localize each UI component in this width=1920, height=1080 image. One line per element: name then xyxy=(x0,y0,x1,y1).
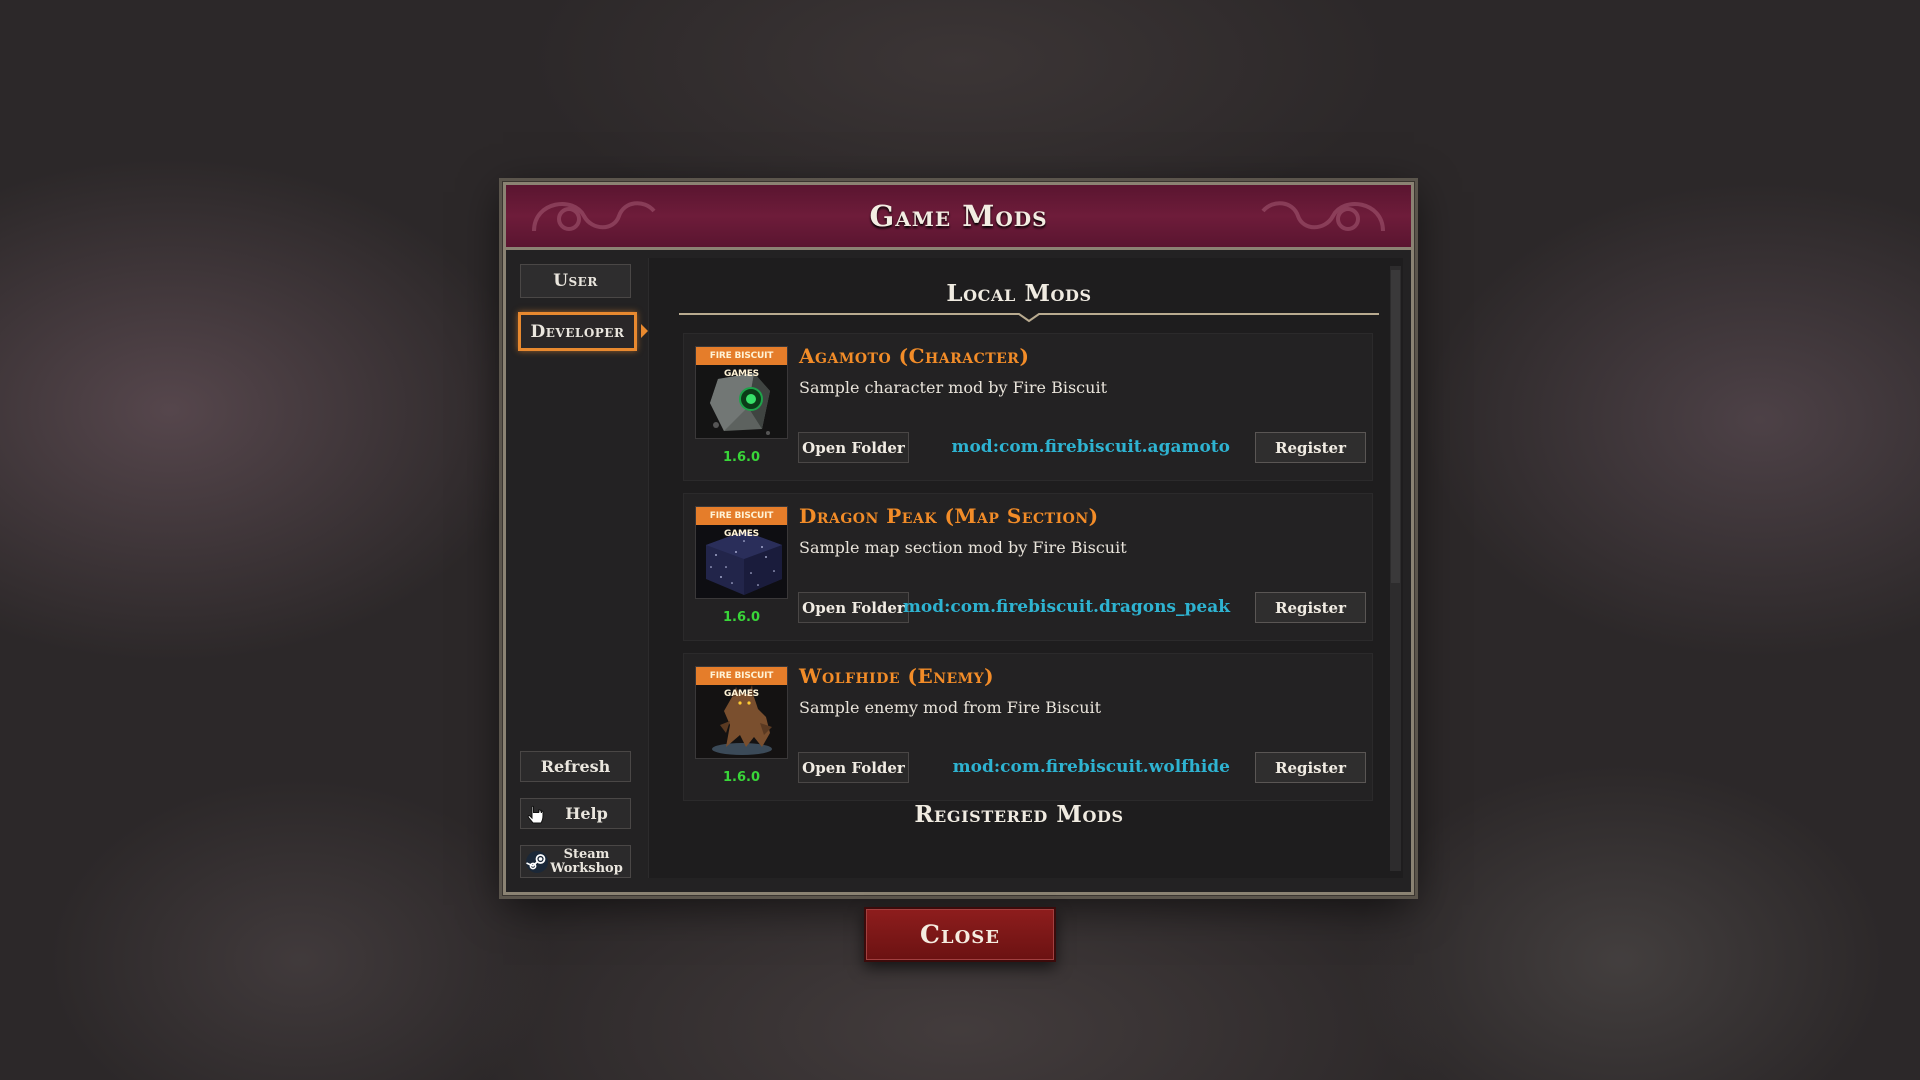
mod-card: FIRE BISCUIT GAMES 1.6.0 Dragon Peak (Ma… xyxy=(683,493,1373,641)
close-button[interactable]: Close xyxy=(864,907,1056,962)
open-folder-button[interactable]: Open Folder xyxy=(798,592,909,623)
mods-list-panel[interactable]: Local Mods FIRE BISCUIT GAMES 1.6.0 Agam… xyxy=(648,258,1403,878)
mod-id: mod:com.firebiscuit.agamoto xyxy=(951,437,1230,457)
steam-workshop-button[interactable]: Steam Workshop xyxy=(520,845,631,878)
mod-card: FIRE BISCUIT GAMES 1.6.0 Agamoto (Charac… xyxy=(683,333,1373,481)
thumb-banner: FIRE BISCUIT GAMES xyxy=(696,347,787,379)
thumb-banner: FIRE BISCUIT GAMES xyxy=(696,667,787,699)
title-bar: Game Mods xyxy=(506,185,1411,250)
mod-card: FIRE BISCUIT GAMES 1.6.0 Wolfhide (Enemy… xyxy=(683,653,1373,801)
mod-description: Sample enemy mod from Fire Biscuit xyxy=(799,698,1102,717)
section-divider xyxy=(679,313,1379,323)
steam-label-line1: Steam xyxy=(563,846,610,862)
mod-version: 1.6.0 xyxy=(722,770,760,785)
mod-title: Agamoto (Character) xyxy=(799,344,1030,368)
scrollbar-thumb[interactable] xyxy=(1391,270,1400,583)
mod-title: Dragon Peak (Map Section) xyxy=(799,504,1099,528)
mod-id: mod:com.firebiscuit.dragons_peak xyxy=(902,597,1230,617)
ornament-swirl-icon xyxy=(532,201,656,232)
selected-tab-arrow-icon xyxy=(641,324,648,338)
mod-title: Wolfhide (Enemy) xyxy=(799,664,995,688)
thumb-banner: FIRE BISCUIT GAMES xyxy=(696,507,787,539)
local-mods-heading: Local Mods xyxy=(946,280,1092,307)
mod-description: Sample map section mod by Fire Biscuit xyxy=(799,538,1127,557)
game-mods-dialog: Game Mods User Developer Refresh Help St… xyxy=(503,182,1414,895)
hand-cursor-icon xyxy=(527,805,544,824)
mod-thumbnail: FIRE BISCUIT GAMES xyxy=(695,506,788,599)
steam-logo-icon xyxy=(526,851,548,873)
mod-version: 1.6.0 xyxy=(722,610,760,625)
ornament-swirl-icon xyxy=(1261,201,1385,232)
tab-user[interactable]: User xyxy=(520,264,631,298)
mod-version: 1.6.0 xyxy=(722,450,760,465)
tab-developer[interactable]: Developer xyxy=(518,312,637,351)
steam-label-line2: Workshop xyxy=(550,860,623,876)
register-button[interactable]: Register xyxy=(1255,432,1366,463)
help-button[interactable]: Help xyxy=(520,798,631,829)
register-button[interactable]: Register xyxy=(1255,752,1366,783)
registered-mods-heading: Registered Mods xyxy=(914,801,1124,828)
mod-thumbnail: FIRE BISCUIT GAMES xyxy=(695,346,788,439)
open-folder-button[interactable]: Open Folder xyxy=(798,432,909,463)
open-folder-button[interactable]: Open Folder xyxy=(798,752,909,783)
mod-description: Sample character mod by Fire Biscuit xyxy=(799,378,1107,397)
register-button[interactable]: Register xyxy=(1255,592,1366,623)
mod-id: mod:com.firebiscuit.wolfhide xyxy=(952,757,1230,777)
refresh-label: Refresh xyxy=(540,757,611,776)
help-label: Help xyxy=(565,804,608,823)
refresh-button[interactable]: Refresh xyxy=(520,751,631,782)
mod-thumbnail: FIRE BISCUIT GAMES xyxy=(695,666,788,759)
dialog-title: Game Mods xyxy=(869,199,1048,233)
steam-workshop-label: Steam Workshop xyxy=(550,846,623,876)
